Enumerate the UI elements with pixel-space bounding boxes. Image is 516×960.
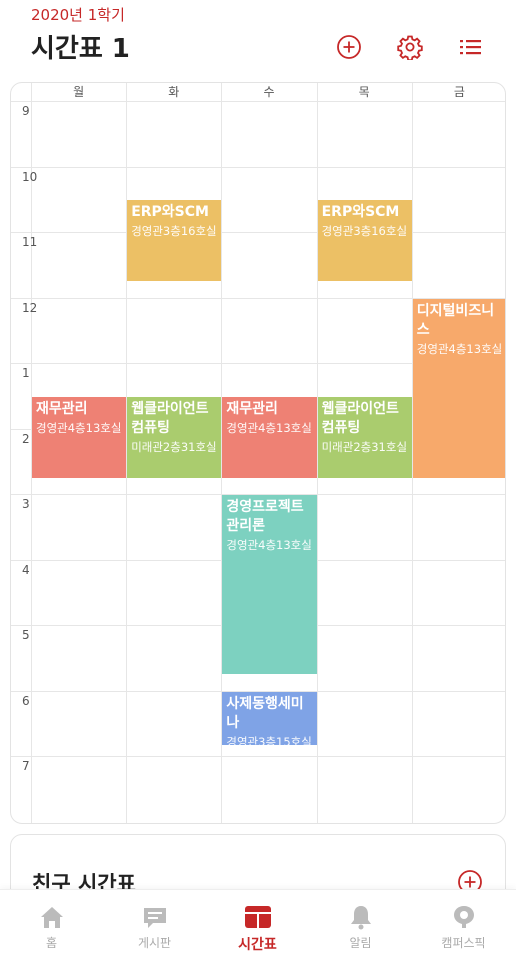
course-room: 미래관2층31호실 xyxy=(131,439,217,454)
hour-label: 6 xyxy=(22,693,30,708)
course-room: 경영관4층13호실 xyxy=(226,538,312,552)
nav-notifications-label: 알림 xyxy=(349,936,372,950)
course-block[interactable]: 사제동행세미나경영관3층15호실 xyxy=(222,691,317,746)
grid-row-line xyxy=(11,101,505,102)
hour-label: 5 xyxy=(22,628,30,642)
course-block[interactable]: 웹클라이언트컴퓨팅미래관2층31호실 xyxy=(317,396,412,478)
timetable-list-button[interactable] xyxy=(458,34,484,60)
campuspick-icon xyxy=(453,906,474,928)
course-block[interactable]: ERP와SCM 경영관3층16호실 xyxy=(127,200,222,282)
nav-home[interactable]: 홈 xyxy=(0,890,103,960)
nav-timetable-label: 시간표 xyxy=(238,937,277,953)
hour-label: 1 xyxy=(22,366,30,380)
hour-label: 7 xyxy=(22,759,30,773)
page-title[interactable]: 시간표 1 xyxy=(31,28,130,65)
hour-label: 12 xyxy=(22,300,38,315)
course-name: 재무관리 xyxy=(226,400,278,417)
weekday-label: 수 xyxy=(263,85,275,99)
course-name: ERP와SCM xyxy=(321,204,400,221)
course-room: 경영관4층13호실 xyxy=(416,341,503,356)
course-name: 경영프로젝트관리론 xyxy=(226,499,304,534)
plus-circle-icon xyxy=(337,35,361,59)
nav-board[interactable]: 게시판 xyxy=(103,890,206,960)
course-room: 경영관4층13호실 xyxy=(36,420,122,435)
weekday-label: 월 xyxy=(73,85,85,99)
course-block[interactable]: ERP와SCM 경영관3층16호실 xyxy=(317,200,412,282)
hour-label: 4 xyxy=(22,562,30,577)
course-block[interactable]: 디지털비즈니스경영관4층13호실 xyxy=(412,298,505,478)
grid-row-line xyxy=(11,232,505,233)
settings-button[interactable] xyxy=(397,34,423,60)
grid-row-line xyxy=(11,756,505,757)
nav-timetable[interactable]: 시간표 xyxy=(206,890,309,960)
bottom-navigation: 홈 게시판 시간표 알림 캠퍼스픽 xyxy=(0,889,516,960)
course-room: 경영관3층16호실 xyxy=(131,224,217,239)
course-name: 재무관리 xyxy=(36,400,88,417)
nav-notifications[interactable]: 알림 xyxy=(309,890,412,960)
course-room: 경영관3층15호실 xyxy=(226,734,312,746)
gear-icon xyxy=(397,35,423,60)
nav-board-label: 게시판 xyxy=(137,936,172,950)
timetable-icon xyxy=(244,906,271,928)
header: 2020년 1학기 시간표 1 xyxy=(0,0,516,76)
course-name: 웹클라이언트컴퓨팅 xyxy=(131,400,209,436)
timetable-grid: 월화수목금 9 10 11 12 1 2 3 4 5 6 7 ERP와SCM 경영관3층16호실 ERP… xyxy=(10,82,506,824)
semester-label[interactable]: 2020년 1학기 xyxy=(31,4,125,25)
bell-icon xyxy=(350,906,371,930)
hour-label: 3 xyxy=(22,497,30,511)
weekday-label: 화 xyxy=(168,85,180,99)
home-icon xyxy=(40,907,63,928)
course-block[interactable]: 재무관리경영관4층13호실 xyxy=(32,396,127,478)
course-block[interactable]: 경영프로젝트관리론경영관4층13호실 xyxy=(222,495,317,675)
hour-label: 11 xyxy=(22,235,38,249)
hour-label: 10 xyxy=(22,169,38,184)
nav-campuspick-label: 캠퍼스픽 xyxy=(441,936,486,950)
hour-label: 9 xyxy=(22,104,30,118)
app-screen: 2020년 1학기 시간표 1 월 화 수 목 금 9 10 11 12 1 2… xyxy=(0,0,516,960)
course-room: 경영관3층16호실 xyxy=(321,224,408,239)
course-room: 경영관4층13호실 xyxy=(226,420,312,435)
weekday-label: 금 xyxy=(453,85,465,99)
course-name: 디지털비즈니스 xyxy=(416,302,495,338)
course-name: ERP와SCM xyxy=(131,204,209,221)
weekday-header: 월화수목금 xyxy=(11,83,505,101)
course-block[interactable]: 재무관리경영관4층13호실 xyxy=(222,396,317,478)
course-name: 사제동행세미나 xyxy=(226,695,304,731)
nav-home-label: 홈 xyxy=(45,936,58,950)
board-icon xyxy=(143,908,166,928)
course-block[interactable]: 웹클라이언트컴퓨팅미래관2층31호실 xyxy=(127,396,222,478)
grid-row-line xyxy=(11,166,505,168)
weekday-label: 목 xyxy=(358,85,370,99)
add-course-button[interactable] xyxy=(336,34,362,60)
course-name: 웹클라이언트컴퓨팅 xyxy=(321,400,399,436)
hour-label: 2 xyxy=(22,431,30,446)
course-room: 미래관2층31호실 xyxy=(321,439,408,454)
list-icon xyxy=(460,40,481,55)
nav-campuspick[interactable]: 캠퍼스픽 xyxy=(412,890,515,960)
